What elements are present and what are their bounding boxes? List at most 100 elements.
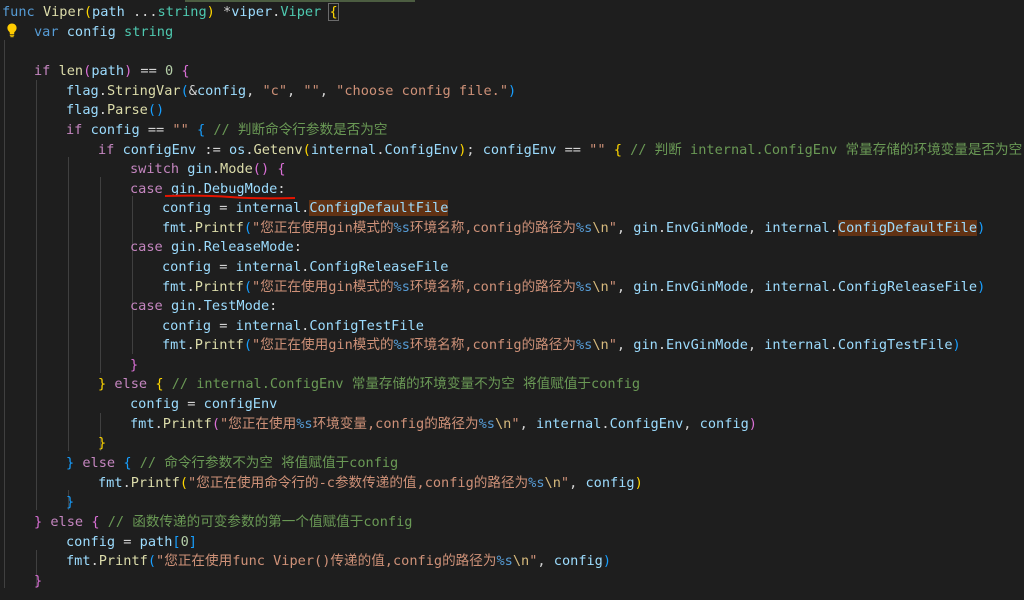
code-line-4[interactable]: if len(path) == 0 { [34,62,190,82]
string: "您正在使用 [220,416,297,432]
code-line-19[interactable]: } [130,356,138,376]
keyword: var [34,24,59,40]
function-call: len [58,63,84,79]
keyword: case [130,181,163,197]
brace: { [173,63,190,79]
package: fmt [98,475,123,491]
function-call: Getenv [253,142,303,158]
comment: // 函数传递的可变参数的第一个值赋值于config [107,514,413,530]
comment: // 判断 internal.ConfigEnv 常量存储的环境变量是否为空 [630,142,1023,158]
comment: // 判断命令行参数是否为空 [213,122,388,138]
paren: ( [179,475,189,491]
code-line-16[interactable]: case gin.TestMode: [130,297,277,317]
identifier: config [699,416,749,432]
paren: () [147,102,165,118]
code-line-8[interactable]: if configEnv := os.Getenv(internal.Confi… [98,141,1022,161]
package: fmt [130,416,155,432]
package: os [228,142,246,158]
brace: { [328,3,339,21]
code-line-7[interactable]: if config == "" { // 判断命令行参数是否为空 [66,121,387,141]
package: fmt [66,553,91,569]
escape: \n [592,220,609,236]
identifier: path [139,534,173,550]
paren: ) [952,337,961,353]
function-call: Printf [194,337,244,353]
package: internal [535,416,602,432]
paren: ( [83,4,93,20]
code-line-29[interactable]: fmt.Printf("您正在使用func Viper()传递的值,config… [66,552,611,572]
param-type: string [157,4,207,20]
paren: ( [243,337,253,353]
package: internal [764,279,830,295]
string: 环境名称,config的路径为 [409,220,576,236]
code-line-1[interactable]: func Viper(path ...string) *viper.Viper … [2,3,339,23]
indent-guide [132,196,133,354]
code-line-14[interactable]: config = internal.ConfigReleaseFile [162,258,448,278]
paren: ) [458,142,467,158]
package: internal [235,318,302,334]
bracket: [ [172,534,181,550]
code-line-5[interactable]: flag.StringVar(&config, "c", "", "choose… [66,82,516,102]
keyword: switch [130,161,180,177]
format-verb: %s [496,553,513,569]
function-call: Printf [194,279,244,295]
field: ConfigEnv [609,416,684,432]
string: " [608,220,617,236]
identifier: path [91,63,125,79]
operator: & [188,83,197,99]
code-line-24[interactable]: } else { // 命令行参数不为空 将值赋值于config [66,454,398,474]
keyword: if [98,142,115,158]
code-line-15[interactable]: fmt.Printf("您正在使用gin模式的%s环境名称,config的路径为… [162,278,985,298]
code-line-9[interactable]: switch gin.Mode() { [130,160,286,180]
code-line-28[interactable]: config = path[0] [66,533,197,553]
package: flag [66,83,99,99]
type: string [124,24,174,40]
paren: ) [977,220,986,236]
string: 环境名称,config的路径为 [409,279,576,295]
indent-guide [68,157,69,451]
code-line-18[interactable]: fmt.Printf("您正在使用gin模式的%s环境名称,config的路径为… [162,336,961,356]
code-line-23[interactable]: } [98,434,106,454]
indent-guide [36,80,37,510]
code-line-11[interactable]: config = internal.ConfigDefaultFile [162,199,449,219]
indent-guide [4,40,5,588]
identifier: configEnv [203,396,278,412]
format-verb: %s [478,416,495,432]
code-line-26[interactable]: } [66,493,74,513]
package: gin [633,337,658,353]
function-call: Printf [98,553,148,569]
keyword: case [130,239,163,255]
code-line-21[interactable]: config = configEnv [130,395,277,415]
code-line-30[interactable]: } [34,572,42,592]
string: "您正在使用func Viper()传递的值,config的路径为 [156,553,497,569]
field: ConfigReleaseFile [837,279,978,295]
brace: { [196,122,206,138]
string: " [560,475,570,491]
code-line-13[interactable]: case gin.ReleaseMode: [130,238,302,258]
field: EnvGinMode [666,279,748,295]
code-line-17[interactable]: config = internal.ConfigTestFile [162,317,424,337]
paren: ) [634,475,643,491]
string: " [511,416,520,432]
code-line-2[interactable]: var config string [34,23,173,43]
code-editor[interactable]: func Viper(path ...string) *viper.Viper … [0,0,1024,600]
code-line-22[interactable]: fmt.Printf("您正在使用%s环境变量,config的路径为%s\n",… [130,415,757,435]
identifier: config [66,534,116,550]
keyword: if [34,63,51,79]
package: internal [764,220,830,236]
code-line-12[interactable]: fmt.Printf("您正在使用gin模式的%s环境名称,config的路径为… [162,219,985,239]
field: ConfigTestFile [309,318,424,334]
brace: } [34,573,43,589]
code-line-25[interactable]: fmt.Printf("您正在使用命令行的-c参数传递的值,config的路径为… [98,474,643,494]
code-line-27[interactable]: } else { // 函数传递的可变参数的第一个值赋值于config [34,513,412,533]
string: 环境变量,config的路径为 [312,416,479,432]
code-line-6[interactable]: flag.Parse() [66,101,164,121]
brace: { [613,142,622,158]
lightbulb-icon[interactable] [4,22,20,38]
string: "您正在使用gin模式的 [252,337,394,353]
field: TestMode [203,298,270,314]
brace: { [155,376,164,392]
code-line-20[interactable]: } else { // internal.ConfigEnv 常量存储的环境变量… [98,375,640,395]
identifier: config [66,24,116,40]
field: EnvGinMode [666,337,748,353]
